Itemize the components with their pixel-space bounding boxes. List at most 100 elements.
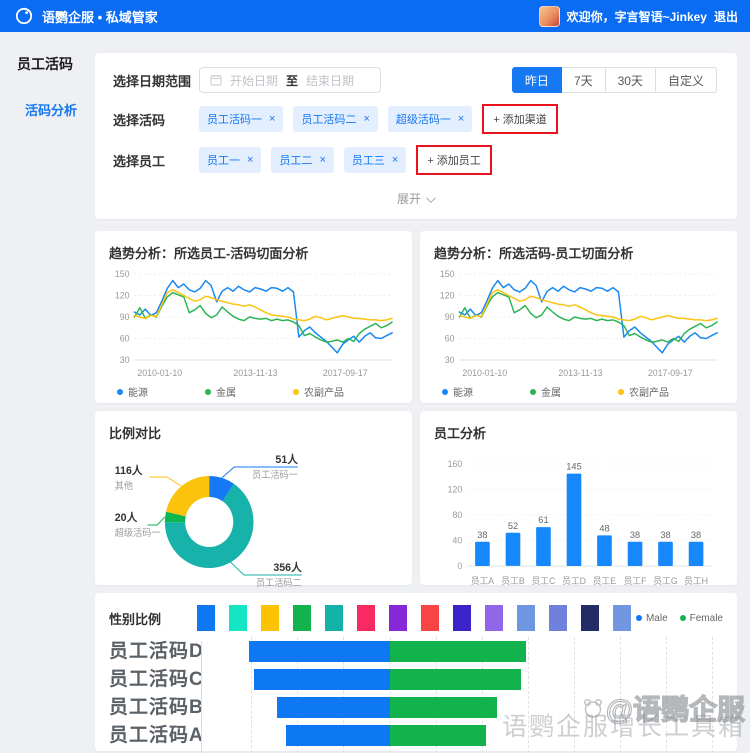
chart-title: 性别比例	[109, 609, 197, 628]
palette-swatch	[389, 605, 407, 631]
donut-chart: 51人员工活码一356人员工活码二20人超级活码一116人其他	[109, 448, 398, 592]
gender-category-label: 员工活码B	[109, 697, 189, 718]
code-tag[interactable]: 员工活码二 ×	[293, 106, 377, 132]
chart-legend: 能源金属农副产品	[109, 384, 398, 399]
svg-text:38: 38	[691, 530, 701, 540]
female-bar	[390, 641, 526, 662]
svg-text:120: 120	[448, 484, 463, 494]
chevron-down-icon	[426, 193, 436, 203]
legend-dot-icon	[442, 389, 448, 395]
staff-select-row: 选择员工 员工一×员工二×员工三× + 添加员工	[113, 145, 717, 175]
bar-chart: 0408012016038员工A52员工B61员工C145员工D48员工E38员…	[434, 448, 723, 592]
gender-bar-row	[202, 641, 723, 662]
staff-select-label: 选择员工	[113, 151, 199, 170]
chart-title: 比例对比	[109, 423, 398, 442]
legend-item: 金属	[530, 384, 618, 399]
welcome-text: 欢迎你，字言智语~Jinkey	[567, 8, 707, 25]
staff-tag[interactable]: 员工一 ×	[199, 147, 261, 173]
legend-dot-icon	[680, 615, 686, 621]
svg-text:150: 150	[440, 269, 455, 279]
svg-text:61: 61	[538, 515, 548, 525]
range-preset-button[interactable]: 昨日	[512, 67, 562, 93]
range-preset-button[interactable]: 7天	[562, 67, 606, 93]
line-chart-staff: 3060901201502010-01-102013-11-132017-09-…	[109, 268, 398, 382]
trend-chart-card-staff: 趋势分析：所选员工-活码切面分析 3060901201502010-01-102…	[95, 231, 412, 403]
legend-item: 能源	[442, 384, 530, 399]
close-icon[interactable]: ×	[319, 155, 325, 166]
legend-dot-icon	[530, 389, 536, 395]
svg-text:其他: 其他	[115, 480, 133, 491]
range-preset-button[interactable]: 自定义	[656, 67, 717, 93]
svg-text:员工H: 员工H	[684, 576, 708, 586]
tag-label: 员工活码二	[301, 111, 356, 127]
gender-chart: 员工活码D员工活码C员工活码B员工活码A	[109, 641, 723, 753]
close-icon[interactable]: ×	[247, 155, 253, 166]
svg-text:40: 40	[453, 535, 463, 545]
close-icon[interactable]: ×	[458, 114, 464, 125]
svg-text:2017-09-17: 2017-09-17	[323, 368, 368, 378]
date-range-row: 选择日期范围 开始日期 至 结束日期 昨日7天30天自定义	[113, 67, 717, 93]
sidebar: 员工活码 活码分析	[0, 32, 95, 119]
close-icon[interactable]: ×	[392, 155, 398, 166]
add-staff-button[interactable]: + 添加员工	[416, 145, 491, 175]
logout-link[interactable]: 退出	[714, 8, 738, 25]
palette-swatch	[453, 605, 471, 631]
sidebar-item-code-analysis[interactable]: 活码分析	[25, 100, 95, 119]
svg-text:160: 160	[448, 459, 463, 469]
user-area: 欢迎你，字言智语~Jinkey 退出	[539, 6, 738, 27]
staff-tags: 员工一×员工二×员工三×	[199, 147, 406, 173]
gender-bar-row	[202, 725, 723, 746]
palette-swatch	[261, 605, 279, 631]
svg-text:0: 0	[457, 561, 462, 571]
svg-text:30: 30	[445, 355, 455, 365]
start-date-placeholder: 开始日期	[230, 72, 278, 89]
date-range-label: 选择日期范围	[113, 71, 199, 90]
svg-text:60: 60	[445, 333, 455, 343]
color-palette	[197, 605, 631, 631]
staff-tag[interactable]: 员工二×	[271, 147, 333, 173]
brand-title: 语鹦企服 • 私域管家	[42, 7, 158, 26]
date-range-input[interactable]: 开始日期 至 结束日期	[199, 67, 381, 93]
trend-chart-card-code: 趋势分析：所选活码-员工切面分析 3060901201502010-01-102…	[420, 231, 737, 403]
svg-text:员工B: 员工B	[501, 576, 524, 586]
palette-swatch	[325, 605, 343, 631]
code-tag[interactable]: 员工活码一×	[199, 106, 283, 132]
legend-label: 金属	[216, 384, 236, 399]
close-icon[interactable]: ×	[363, 114, 369, 125]
gender-card-header: 性别比例 Male Female	[109, 603, 723, 633]
tag-label: 员工三	[352, 152, 385, 168]
ratio-chart-card: 比例对比 51人员工活码一356人员工活码二20人超级活码一116人其他	[95, 411, 412, 585]
legend-label: 能源	[128, 384, 148, 399]
svg-text:51人: 51人	[275, 452, 298, 466]
legend-dot-icon	[117, 389, 123, 395]
avatar[interactable]	[539, 6, 560, 27]
svg-text:20人: 20人	[115, 510, 138, 524]
gender-category-label: 员工活码A	[109, 725, 189, 746]
code-tag[interactable]: 超级活码一×	[388, 106, 472, 132]
svg-text:38: 38	[660, 530, 670, 540]
add-channel-button[interactable]: + 添加渠道	[482, 104, 557, 134]
palette-swatch	[293, 605, 311, 631]
svg-text:52: 52	[508, 521, 518, 531]
tag-label: 员工一	[207, 152, 240, 168]
legend-dot-icon	[293, 389, 299, 395]
range-preset-button[interactable]: 30天	[606, 67, 656, 93]
code-tags: 员工活码一×员工活码二×超级活码一×	[199, 106, 472, 132]
palette-swatch	[197, 605, 215, 631]
expand-toggle[interactable]: 展开	[113, 186, 717, 215]
gender-legend: Male Female	[636, 613, 723, 624]
svg-text:2010-01-10: 2010-01-10	[137, 368, 182, 378]
legend-dot-icon	[205, 389, 211, 395]
palette-swatch	[229, 605, 247, 631]
close-icon[interactable]: ×	[269, 114, 275, 125]
line-chart-code: 3060901201502010-01-102013-11-132017-09-…	[434, 268, 723, 382]
legend-item: 能源	[117, 384, 205, 399]
staff-tag[interactable]: 员工三 ×	[344, 147, 406, 173]
legend-item: 农副产品	[618, 384, 706, 399]
palette-swatch	[549, 605, 567, 631]
legend-dot-icon	[636, 615, 642, 621]
legend-label: Male	[646, 613, 668, 624]
svg-text:员工活码一: 员工活码一	[252, 469, 298, 480]
legend-item: Female	[680, 613, 723, 624]
palette-swatch	[421, 605, 439, 631]
